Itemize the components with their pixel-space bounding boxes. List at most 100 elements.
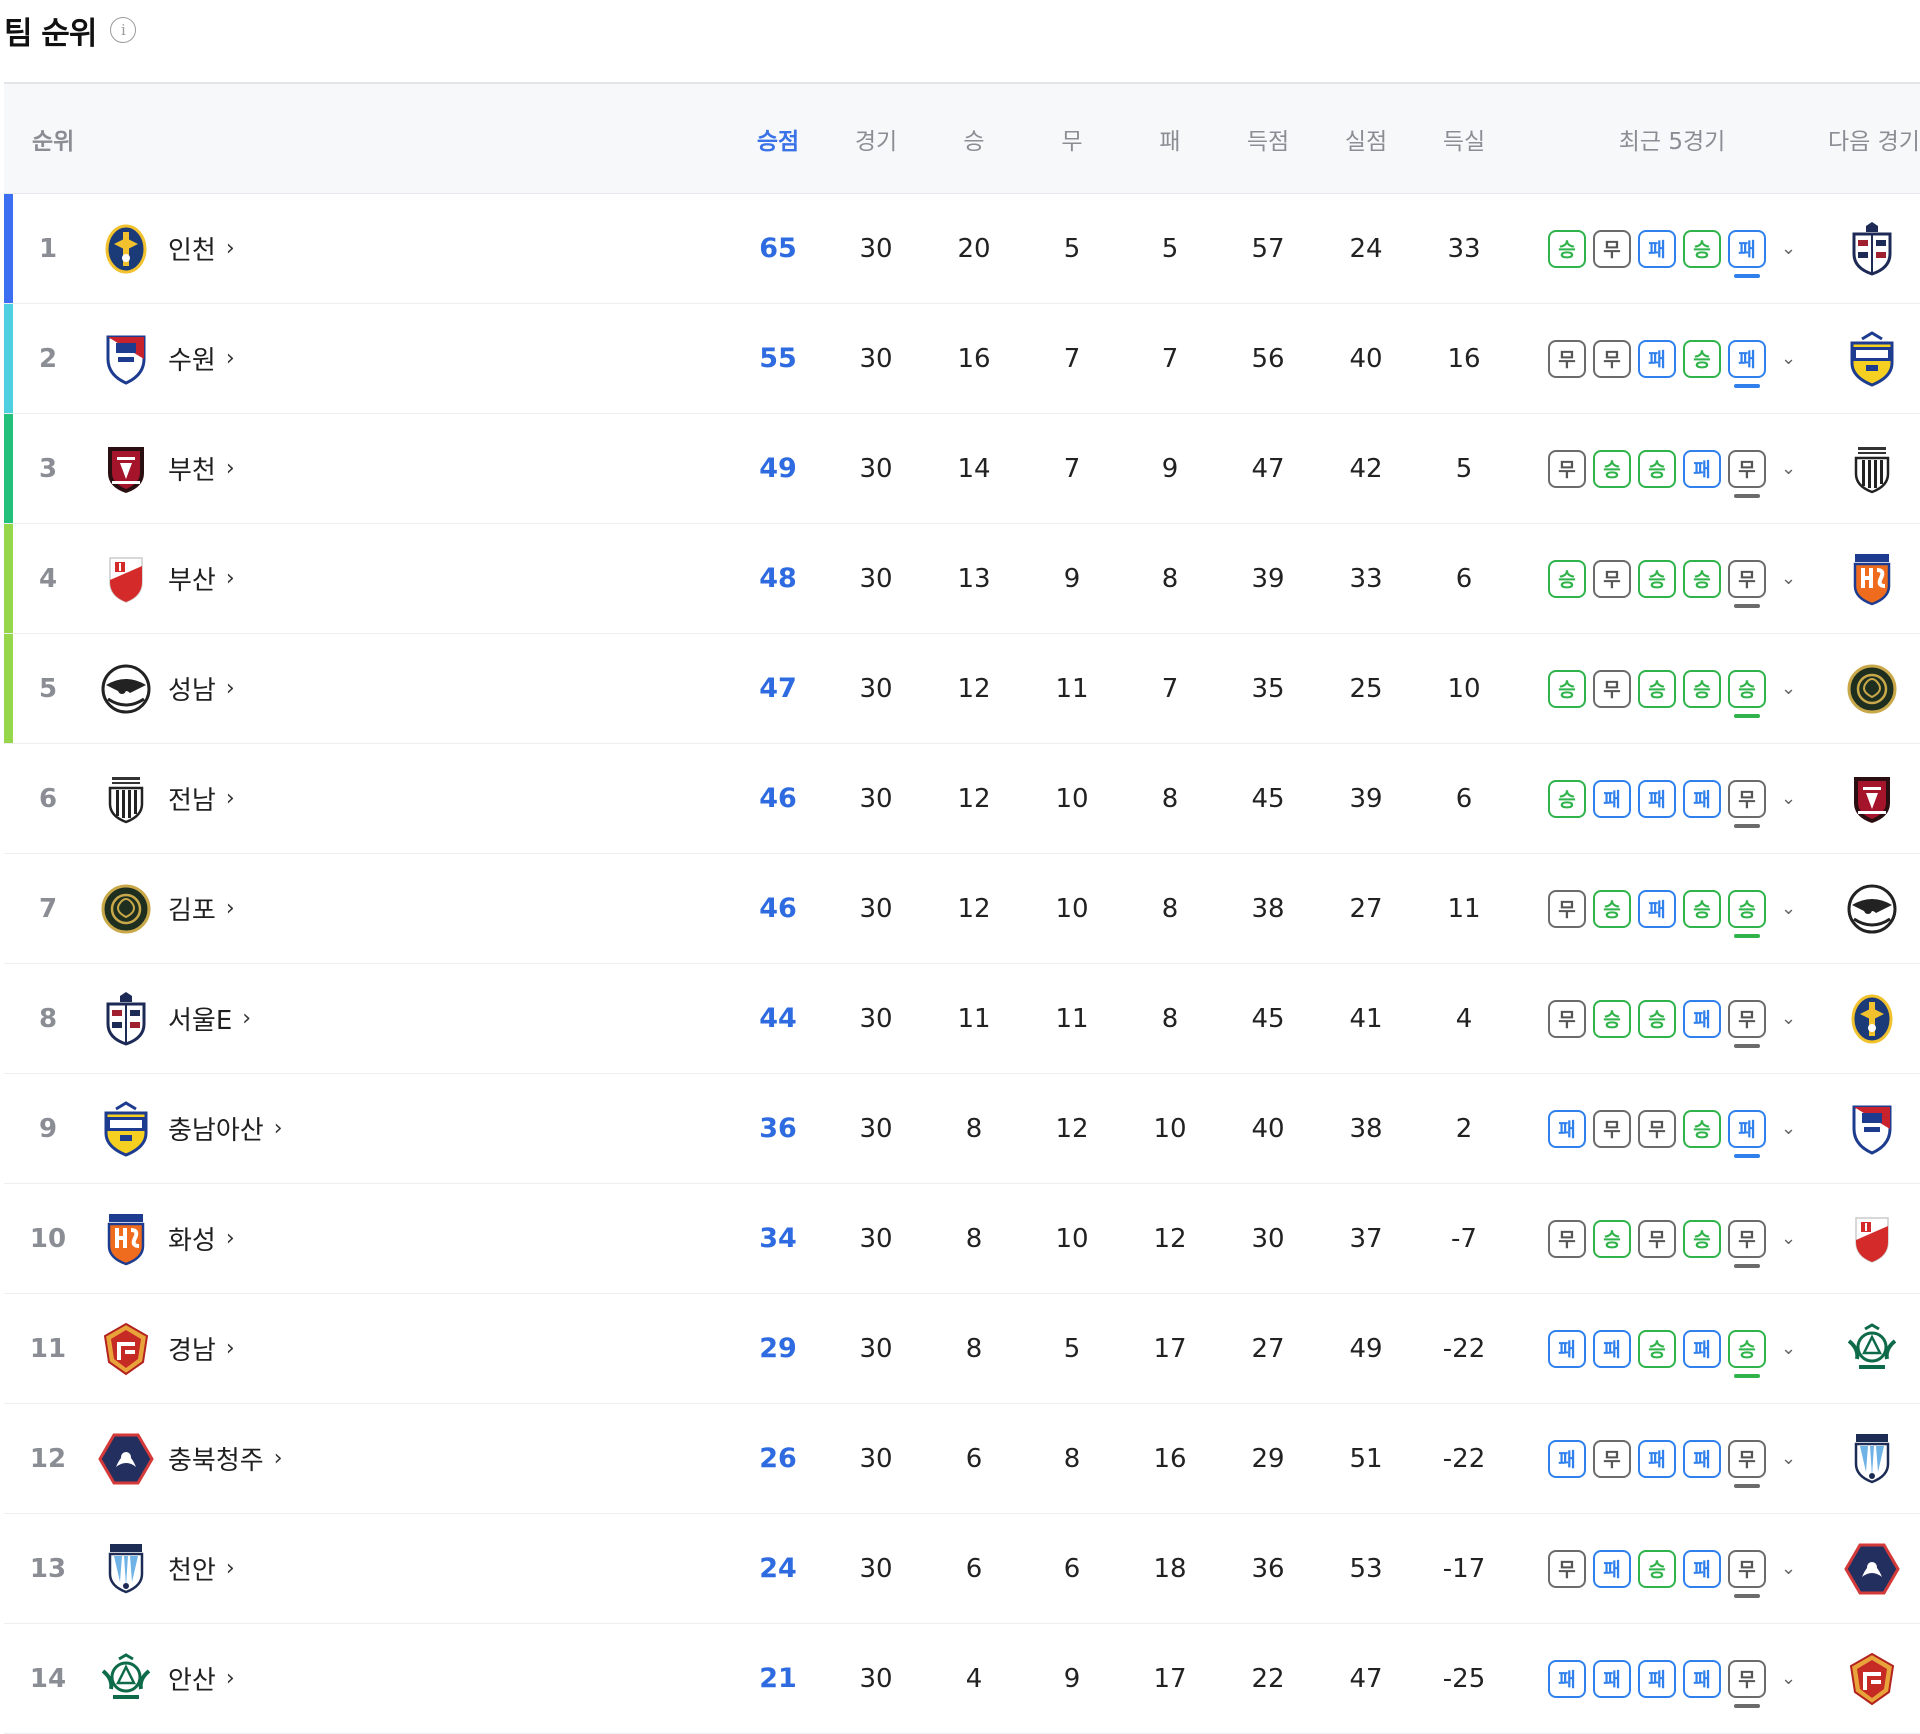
form-badge[interactable]: 무 [1592,669,1631,708]
next-opponent-asan-crest-icon[interactable] [1824,304,1920,413]
chevron-down-icon[interactable]: ⌄ [1781,1118,1796,1139]
form-badge[interactable]: 패 [1727,229,1766,278]
chevron-down-icon[interactable]: ⌄ [1781,1338,1796,1359]
form-badge[interactable]: 승 [1547,559,1586,598]
chevron-down-icon[interactable]: ⌄ [1781,1228,1796,1249]
form-badge[interactable]: 패 [1682,449,1721,488]
form-badge[interactable]: 패 [1637,339,1676,378]
form-badge[interactable]: 무 [1547,449,1586,488]
table-row[interactable]: 8 서울E › 44 30 11 11 8 45 41 4 무 승 승 패 무 ⌄ [4,964,1920,1074]
info-icon[interactable]: i [110,17,137,43]
form-badge[interactable]: 패 [1592,1329,1631,1368]
form-badge[interactable]: 무 [1727,1659,1766,1708]
form-badge[interactable]: 무 [1547,1219,1586,1258]
form-badge[interactable]: 승 [1682,559,1721,598]
form-badge[interactable]: 무 [1592,1109,1631,1148]
form-badge[interactable]: 승 [1682,1109,1721,1148]
next-opponent-busan-crest-icon[interactable] [1824,1184,1920,1293]
table-row[interactable]: 3 부천 › 49 30 14 7 9 47 42 5 무 승 승 패 무 ⌄ [4,414,1920,524]
form-badge[interactable]: 패 [1727,339,1766,388]
form-badge[interactable]: 패 [1637,1659,1676,1698]
table-row[interactable]: 1 인천 › 65 30 20 5 5 57 24 33 승 무 패 승 패 ⌄ [4,194,1920,304]
form-badge[interactable]: 승 [1637,669,1676,708]
chevron-down-icon[interactable]: ⌄ [1781,348,1796,369]
header-lost[interactable]: 패 [1130,84,1210,193]
form-badge[interactable]: 패 [1682,779,1721,818]
table-row[interactable]: 4 부산 › 48 30 13 9 8 39 33 6 승 무 승 승 무 ⌄ [4,524,1920,634]
form-badge[interactable]: 무 [1727,779,1766,828]
form-badge[interactable]: 패 [1547,1439,1586,1478]
table-row[interactable]: 11 경남 › 29 30 8 5 17 27 49 -22 패 패 승 패 승 ⌄ [4,1294,1920,1404]
next-opponent-cheongju-crest-icon[interactable] [1824,1514,1920,1623]
form-badge[interactable]: 승 [1727,1329,1766,1378]
form-badge[interactable]: 승 [1547,669,1586,708]
form-badge[interactable]: 패 [1547,1109,1586,1148]
chevron-down-icon[interactable]: ⌄ [1781,458,1796,479]
chevron-down-icon[interactable]: ⌄ [1781,1448,1796,1469]
form-badge[interactable]: 패 [1637,889,1676,928]
form-badge[interactable]: 승 [1637,449,1676,488]
form-badge[interactable]: 패 [1547,1659,1586,1698]
form-badge[interactable]: 승 [1637,1549,1676,1588]
team-link[interactable]: 부산 › [168,524,508,633]
form-badge[interactable]: 패 [1592,1549,1631,1588]
chevron-down-icon[interactable]: ⌄ [1781,1558,1796,1579]
form-badge[interactable]: 무 [1727,1219,1766,1268]
header-goals-for[interactable]: 득점 [1228,84,1308,193]
form-badge[interactable]: 패 [1682,1439,1721,1478]
table-row[interactable]: 7 김포 › 46 30 12 10 8 38 27 11 무 승 패 승 승 ⌄ [4,854,1920,964]
chevron-down-icon[interactable]: ⌄ [1781,568,1796,589]
form-badge[interactable]: 승 [1682,339,1721,378]
form-badge[interactable]: 무 [1592,1439,1631,1478]
form-badge[interactable]: 승 [1682,1219,1721,1258]
form-badge[interactable]: 패 [1682,1329,1721,1368]
form-badge[interactable]: 승 [1592,1219,1631,1258]
next-opponent-bucheon-crest-icon[interactable] [1824,744,1920,853]
team-link[interactable]: 부천 › [168,414,508,523]
form-badge[interactable]: 무 [1592,339,1631,378]
team-link[interactable]: 충북청주 › [168,1404,508,1513]
form-badge[interactable]: 승 [1547,229,1586,268]
form-badge[interactable]: 무 [1547,339,1586,378]
form-badge[interactable]: 패 [1682,1549,1721,1588]
form-badge[interactable]: 패 [1592,1659,1631,1698]
team-link[interactable]: 성남 › [168,634,508,743]
team-link[interactable]: 인천 › [168,194,508,303]
form-badge[interactable]: 패 [1637,1439,1676,1478]
table-row[interactable]: 12 충북청주 › 26 30 6 8 16 29 51 -22 패 무 패 패 무 ⌄ [4,1404,1920,1514]
form-badge[interactable]: 패 [1682,1659,1721,1698]
form-badge[interactable]: 무 [1727,559,1766,608]
chevron-down-icon[interactable]: ⌄ [1781,898,1796,919]
header-won[interactable]: 승 [934,84,1014,193]
table-row[interactable]: 6 전남 › 46 30 12 10 8 45 39 6 승 패 패 패 무 ⌄ [4,744,1920,854]
form-badge[interactable]: 승 [1727,889,1766,938]
next-opponent-incheon-crest-icon[interactable] [1824,964,1920,1073]
next-opponent-seoul-e-crest-icon[interactable] [1824,194,1920,303]
team-link[interactable]: 경남 › [168,1294,508,1403]
form-badge[interactable]: 승 [1637,559,1676,598]
table-row[interactable]: 9 충남아산 › 36 30 8 12 10 40 38 2 패 무 무 승 패 ⌄ [4,1074,1920,1184]
next-opponent-cheonan-crest-icon[interactable] [1824,1404,1920,1513]
form-badge[interactable]: 무 [1637,1219,1676,1258]
form-badge[interactable]: 무 [1727,449,1766,498]
header-drawn[interactable]: 무 [1032,84,1112,193]
team-link[interactable]: 천안 › [168,1514,508,1623]
table-row[interactable]: 5 성남 › 47 30 12 11 7 35 25 10 승 무 승 승 승 ⌄ [4,634,1920,744]
form-badge[interactable]: 승 [1637,1329,1676,1368]
chevron-down-icon[interactable]: ⌄ [1781,238,1796,259]
form-badge[interactable]: 무 [1592,559,1631,598]
form-badge[interactable]: 승 [1592,449,1631,488]
team-link[interactable]: 수원 › [168,304,508,413]
form-badge[interactable]: 무 [1547,999,1586,1038]
form-badge[interactable]: 무 [1637,1109,1676,1148]
table-row[interactable]: 2 수원 › 55 30 16 7 7 56 40 16 무 무 패 승 패 ⌄ [4,304,1920,414]
chevron-down-icon[interactable]: ⌄ [1781,678,1796,699]
team-link[interactable]: 충남아산 › [168,1074,508,1183]
team-link[interactable]: 안산 › [168,1624,508,1733]
form-badge[interactable]: 승 [1727,669,1766,718]
header-goals-against[interactable]: 실점 [1326,84,1406,193]
table-row[interactable]: 13 천안 › 24 30 6 6 18 36 53 -17 무 패 승 패 무 ⌄ [4,1514,1920,1624]
next-opponent-gyeongnam-crest-icon[interactable] [1824,1624,1920,1733]
form-badge[interactable]: 승 [1682,669,1721,708]
form-badge[interactable]: 무 [1547,1549,1586,1588]
